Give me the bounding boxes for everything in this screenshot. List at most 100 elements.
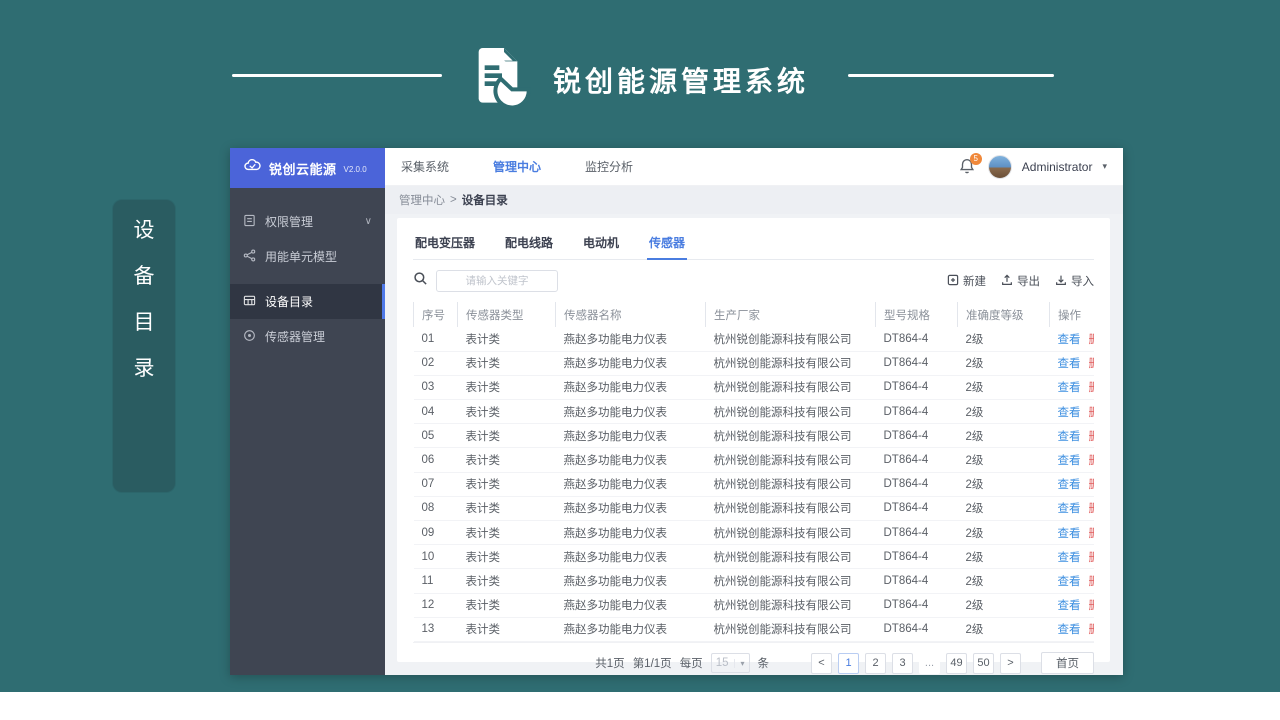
cell-sensor-type: 表计类	[457, 472, 556, 497]
app-window: 锐创云能源 V2.0.0 权限管理 ∨ 用能单元模型 设备目录 传感器管理 采集…	[230, 148, 1123, 675]
pager-page-1[interactable]: 1	[838, 652, 859, 674]
pager-pages: 1 2 3... 49 50	[838, 652, 994, 674]
sidebar-item-label: 设备目录	[265, 295, 314, 309]
cell-sensor-type: 表计类	[457, 617, 556, 642]
device-type-tabs: 配电变压器 配电线路 电动机 传感器	[413, 218, 1094, 260]
delete-link[interactable]: 删除	[1089, 479, 1095, 491]
view-link[interactable]: 查看	[1058, 407, 1081, 419]
table-body: 01 表计类 燕赵多功能电力仪表 杭州锐创能源科技有限公司 DT864-4 2级…	[413, 327, 1095, 642]
cell-sensor-type: 表计类	[457, 423, 556, 449]
delete-link[interactable]: 删除	[1089, 358, 1095, 370]
delete-link[interactable]: 删除	[1089, 431, 1095, 443]
sidebar-item-label: 权限管理	[265, 215, 314, 229]
cell-actions: 查看删除	[1049, 375, 1095, 401]
tab-distribution-line[interactable]: 配电线路	[503, 227, 555, 259]
cloud-icon	[243, 156, 262, 180]
table-row: 12 表计类 燕赵多功能电力仪表 杭州锐创能源科技有限公司 DT864-4 2级…	[413, 593, 1095, 618]
cell-sensor-name: 燕赵多功能电力仪表	[555, 351, 706, 376]
delete-link[interactable]: 删除	[1089, 576, 1095, 588]
table-row: 10 表计类 燕赵多功能电力仪表 杭州锐创能源科技有限公司 DT864-4 2级…	[413, 544, 1095, 570]
pager-next-button[interactable]: >	[1000, 652, 1021, 674]
cell-manufacturer: 杭州锐创能源科技有限公司	[705, 351, 876, 376]
view-link[interactable]: 查看	[1058, 431, 1081, 443]
table-row: 04 表计类 燕赵多功能电力仪表 杭州锐创能源科技有限公司 DT864-4 2级…	[413, 399, 1095, 425]
username-label[interactable]: Administrator	[1022, 160, 1093, 174]
import-button[interactable]: 导入	[1055, 273, 1094, 289]
cell-model: DT864-4	[875, 423, 958, 449]
search-input[interactable]	[436, 270, 558, 292]
first-page-button[interactable]: 首页	[1041, 652, 1094, 675]
chevron-down-icon: ▾	[734, 658, 745, 668]
pager-prev-button[interactable]: <	[811, 652, 832, 674]
cell-sensor-type: 表计类	[457, 520, 556, 546]
cell-sensor-name: 燕赵多功能电力仪表	[555, 593, 706, 618]
view-link[interactable]: 查看	[1058, 358, 1081, 370]
cell-no: 04	[413, 399, 458, 425]
nav-item-monitoring-analysis[interactable]: 监控分析	[585, 158, 633, 175]
per-page-select[interactable]: 15 ▾	[710, 653, 750, 674]
table-row: 05 表计类 燕赵多功能电力仪表 杭州锐创能源科技有限公司 DT864-4 2级…	[413, 423, 1095, 449]
breadcrumb: 管理中心 > 设备目录	[385, 186, 1123, 214]
cell-accuracy: 2级	[957, 423, 1050, 449]
pager-page-49[interactable]: 49	[946, 652, 967, 674]
delete-link[interactable]: 删除	[1089, 407, 1095, 419]
view-link[interactable]: 查看	[1058, 334, 1081, 346]
delete-link[interactable]: 删除	[1089, 503, 1095, 515]
export-button-label: 导出	[1017, 276, 1040, 288]
cell-accuracy: 2级	[957, 375, 1050, 401]
breadcrumb-parent[interactable]: 管理中心	[399, 192, 445, 208]
cell-accuracy: 2级	[957, 472, 1050, 497]
unit-label: 条	[757, 658, 770, 671]
new-button[interactable]: 新建	[947, 273, 986, 289]
pager-page-2[interactable]: 2	[865, 652, 886, 674]
view-link[interactable]: 查看	[1058, 503, 1081, 515]
table-row: 06 表计类 燕赵多功能电力仪表 杭州锐创能源科技有限公司 DT864-4 2级…	[413, 447, 1095, 473]
cell-manufacturer: 杭州锐创能源科技有限公司	[705, 327, 876, 352]
cell-accuracy: 2级	[957, 327, 1050, 352]
tab-distribution-transformer[interactable]: 配电变压器	[413, 227, 477, 259]
delete-link[interactable]: 删除	[1089, 382, 1095, 394]
col-header-model: 型号规格	[875, 302, 958, 327]
tab-sensor[interactable]: 传感器	[647, 227, 688, 260]
view-link[interactable]: 查看	[1058, 552, 1081, 564]
device-card: 配电变压器 配电线路 电动机 传感器 请输入关键字 新建 导出 导入 序号 传感…	[397, 218, 1110, 675]
app-logo-document-piechart-icon	[468, 44, 532, 110]
delete-link[interactable]: 删除	[1089, 334, 1095, 346]
sidebar-item-energy-unit-model[interactable]: 用能单元模型	[230, 239, 385, 274]
sidebar-item-permission-management[interactable]: 权限管理 ∨	[230, 204, 385, 239]
cell-no: 01	[413, 327, 458, 352]
user-avatar[interactable]	[987, 154, 1012, 179]
export-button[interactable]: 导出	[1001, 273, 1040, 289]
delete-link[interactable]: 删除	[1089, 624, 1095, 636]
view-link[interactable]: 查看	[1058, 479, 1081, 491]
delete-link[interactable]: 删除	[1089, 600, 1095, 612]
side-tag-char: 设	[133, 219, 155, 242]
breadcrumb-current: 设备目录	[461, 195, 508, 207]
sidebar-item-device-catalog[interactable]: 设备目录	[230, 284, 385, 319]
delete-link[interactable]: 删除	[1089, 455, 1095, 467]
cell-model: DT864-4	[875, 568, 958, 594]
side-tag-char: 目	[133, 311, 155, 334]
delete-link[interactable]: 删除	[1089, 528, 1095, 540]
header-divider-left	[232, 74, 442, 77]
pager: < 1 2 3... 49 50 >	[811, 652, 1021, 674]
view-link[interactable]: 查看	[1058, 528, 1081, 540]
delete-link[interactable]: 删除	[1089, 552, 1095, 564]
view-link[interactable]: 查看	[1058, 600, 1081, 612]
cell-accuracy: 2级	[957, 447, 1050, 473]
cell-no: 02	[413, 351, 458, 376]
view-link[interactable]: 查看	[1058, 624, 1081, 636]
view-link[interactable]: 查看	[1058, 576, 1081, 588]
tab-electric-motor[interactable]: 电动机	[581, 227, 621, 259]
cell-accuracy: 2级	[957, 351, 1050, 376]
nav-item-management-center[interactable]: 管理中心	[493, 158, 541, 175]
view-link[interactable]: 查看	[1058, 455, 1081, 467]
chevron-down-icon[interactable]: ▾	[1102, 161, 1107, 172]
view-link[interactable]: 查看	[1058, 382, 1081, 394]
sidebar-item-sensor-management[interactable]: 传感器管理	[230, 319, 385, 354]
pager-page-3[interactable]: 3	[892, 652, 913, 674]
pager-page-50[interactable]: 50	[973, 652, 994, 674]
nav-item-collection-system[interactable]: 采集系统	[401, 158, 449, 175]
cell-sensor-type: 表计类	[457, 447, 556, 473]
bell-icon[interactable]: 5	[958, 152, 982, 177]
